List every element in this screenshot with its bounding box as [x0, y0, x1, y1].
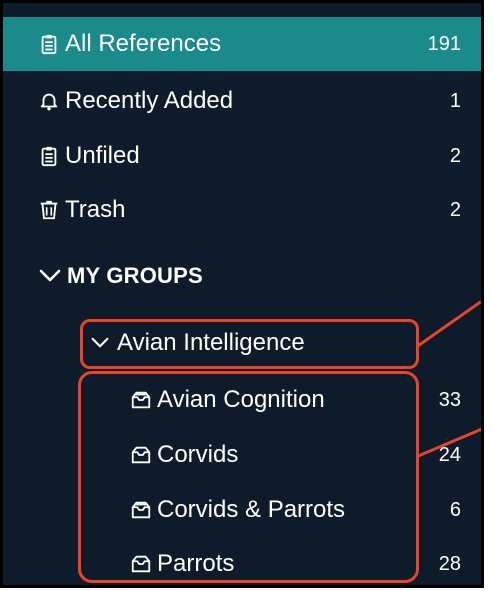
collection-parrots[interactable]: Parrots 28: [3, 537, 481, 585]
library-sidebar: All References 191 Recently Added 1 Unfi…: [0, 0, 484, 588]
item-count: 2: [449, 198, 461, 221]
item-count: 6: [449, 498, 461, 521]
section-title: MY GROUPS: [67, 263, 203, 288]
collection-avian-cognition[interactable]: Avian Cognition 33: [3, 373, 481, 427]
sidebar-item-label: Recently Added: [65, 87, 234, 114]
sidebar-item-trash[interactable]: Trash 2: [3, 183, 481, 237]
sidebar-item-label: All References: [65, 30, 222, 57]
shared-folder-icon: [129, 388, 153, 412]
sidebar-item-recently-added[interactable]: Recently Added 1: [3, 74, 481, 128]
clipboard-icon: [37, 32, 61, 56]
collection-corvids-parrots[interactable]: Corvids & Parrots 6: [3, 483, 481, 537]
folder-icon: [129, 552, 153, 576]
item-count: 33: [438, 388, 461, 411]
collection-label: Parrots: [157, 550, 235, 577]
my-groups-header[interactable]: MY GROUPS: [3, 249, 481, 303]
item-count: 191: [427, 32, 461, 55]
collection-label: Corvids: [157, 441, 239, 468]
folder-icon: [129, 443, 153, 467]
clipboard-icon: [37, 144, 61, 168]
sidebar-item-label: Unfiled: [65, 142, 140, 169]
trash-icon: [37, 198, 61, 222]
bell-icon: [37, 89, 61, 113]
sidebar-item-label: Trash: [65, 196, 126, 223]
group-avian-intelligence[interactable]: Avian Intelligence: [3, 316, 481, 370]
item-count: 1: [449, 89, 461, 112]
shared-folder-icon: [129, 498, 153, 522]
chevron-down-icon: [91, 336, 109, 350]
group-label: Avian Intelligence: [117, 329, 305, 356]
collection-corvids[interactable]: Corvids 24: [3, 428, 481, 482]
item-count: 2: [449, 144, 461, 167]
sidebar-item-all-references[interactable]: All References 191: [3, 17, 481, 71]
collection-label: Corvids & Parrots: [157, 496, 346, 523]
item-count: 28: [438, 552, 461, 575]
sidebar-item-unfiled[interactable]: Unfiled 2: [3, 129, 481, 183]
collection-label: Avian Cognition: [157, 386, 325, 413]
chevron-down-icon: [39, 269, 61, 283]
item-count: 24: [438, 443, 461, 466]
